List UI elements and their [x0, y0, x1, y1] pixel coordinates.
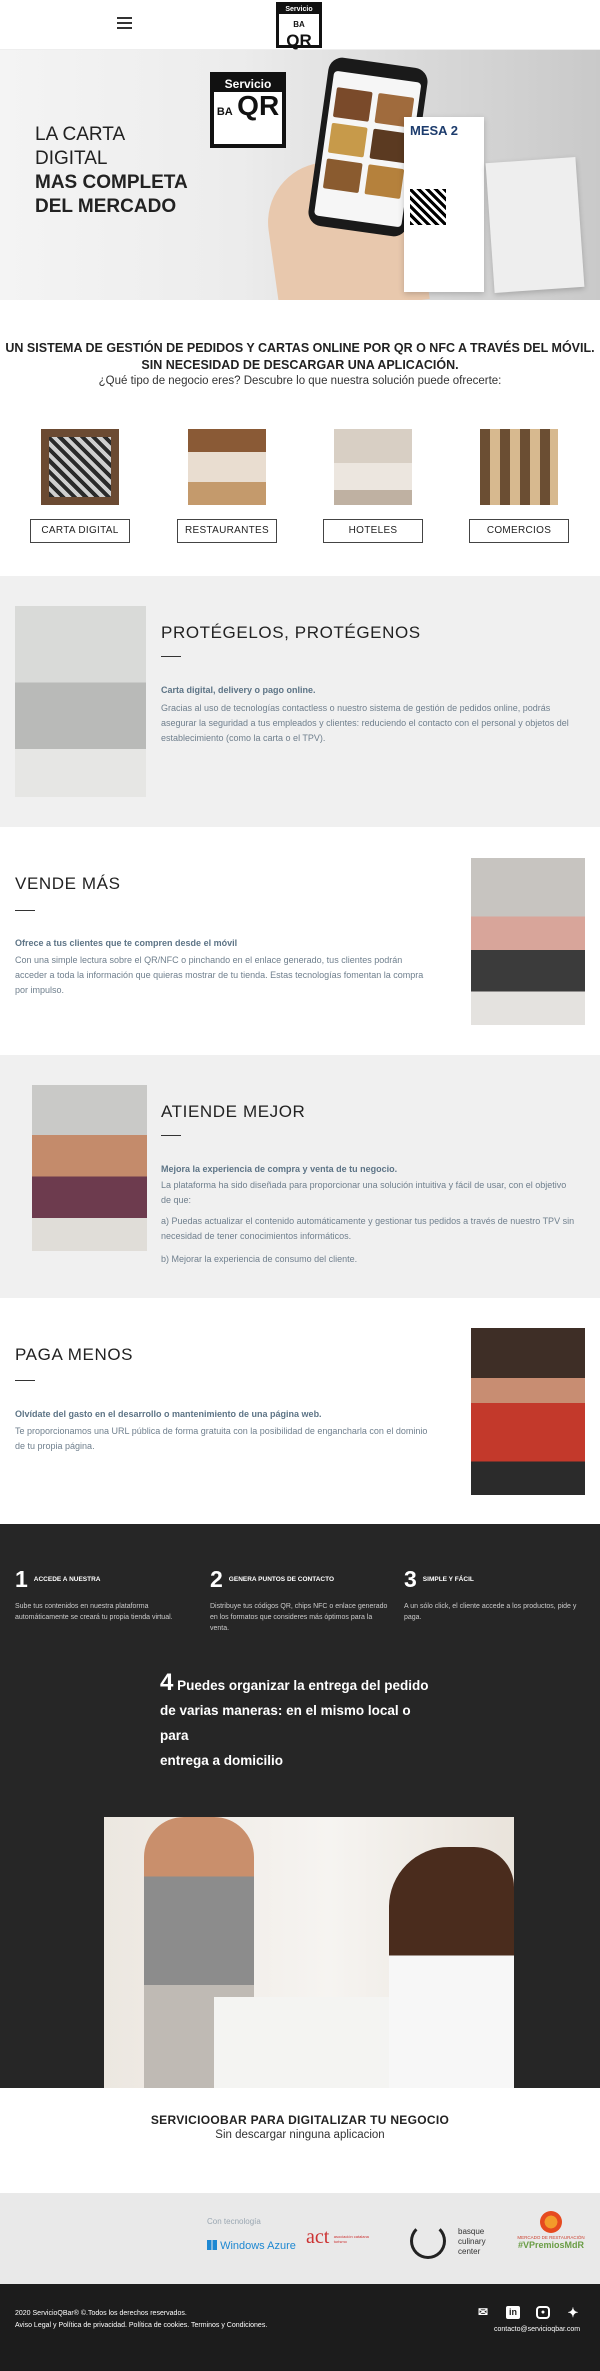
section-paga: PAGA MENOS Olvídate del gasto en el desa…	[0, 1298, 600, 1524]
act-logo[interactable]: act asociación catalana turismo	[306, 2226, 380, 2249]
carta-digital-button[interactable]: CARTA DIGITAL	[30, 519, 130, 543]
section-protegelos: PROTÉGELOS, PROTÉGENOS Carta digital, de…	[0, 576, 600, 827]
step-4: 4 Puedes organizar la entrega del pedido…	[160, 1669, 429, 1768]
intro-title: UN SISTEMA DE GESTIÓN DE PEDIDOS Y CARTA…	[5, 341, 595, 355]
contact-email-link[interactable]: contacto@servicioqbar.com	[494, 2326, 580, 2333]
copyright-text: 2020 ServicioQBar® ©.Todos los derechos …	[15, 2310, 187, 2317]
business-type-carta: CARTA DIGITAL	[30, 429, 130, 543]
woman-phone-photo	[471, 858, 585, 1025]
hamburger-menu-icon[interactable]	[117, 17, 132, 29]
section-title: VENDE MÁS	[15, 874, 121, 893]
qr-plate-image	[41, 429, 119, 505]
intro-block: UN SISTEMA DE GESTIÓN DE PEDIDOS Y CARTA…	[0, 340, 600, 387]
hotel-image	[334, 429, 412, 505]
site-logo[interactable]: Servicio BA QR	[276, 2, 322, 49]
email-icon[interactable]: ✉	[476, 2306, 490, 2319]
comercios-button[interactable]: COMERCIOS	[469, 519, 569, 543]
site-header: Servicio BA QR	[0, 0, 600, 50]
hero-banner: LA CARTA DIGITAL MAS COMPLETA DEL MERCAD…	[0, 50, 600, 300]
section-title: PROTÉGELOS, PROTÉGENOS	[161, 623, 421, 642]
woman-laptop-photo	[32, 1085, 147, 1251]
partners-strip: Con tecnología Windows Azure act asociac…	[0, 2193, 600, 2284]
restaurant-image	[188, 429, 266, 505]
intro-question: ¿Qué tipo de negocio eres? Descubre lo q…	[98, 375, 502, 387]
cta-subtitle: Sin descargar ninguna aplicacion	[215, 2129, 385, 2141]
how-it-works-section: 1 ACCEDE A NUESTRA Sube tus contenidos en…	[0, 1524, 600, 2088]
linkedin-icon[interactable]: in	[506, 2306, 520, 2319]
twitter-icon[interactable]: ✦	[566, 2306, 580, 2319]
legal-links[interactable]: Aviso Legal y Política de privacidad. Po…	[15, 2322, 267, 2329]
business-type-hoteles: HOTELES	[323, 429, 423, 543]
step-1: 1 ACCEDE A NUESTRA Sube tus contenidos en…	[15, 1566, 173, 1621]
bcc-swirl-icon	[410, 2223, 446, 2259]
business-type-restaurantes: RESTAURANTES	[177, 429, 277, 543]
site-footer: 2020 ServicioQBar® ©.Todos los derechos …	[0, 2284, 600, 2371]
woman-card-payment-photo	[471, 1328, 585, 1495]
basque-culinary-center-logo[interactable]: basque culinary center	[410, 2223, 498, 2263]
table-card-mockup: MESA 2	[404, 117, 484, 292]
windows-azure-logo[interactable]: Windows Azure	[207, 2240, 296, 2252]
step-3: 3 SIMPLE Y FÁCIL A un sólo click, el clie…	[404, 1566, 577, 1621]
qr-code-icon	[410, 189, 446, 225]
hero-headline: LA CARTA DIGITAL MAS COMPLETA DEL MERCAD…	[35, 124, 188, 217]
section-title: PAGA MENOS	[15, 1345, 134, 1364]
section-atiende: ATIENDE MEJOR Mejora la experiencia de c…	[0, 1055, 600, 1298]
instagram-icon[interactable]: ●	[536, 2306, 550, 2319]
hoteles-button[interactable]: HOTELES	[323, 519, 423, 543]
business-type-comercios: COMERCIOS	[469, 429, 569, 543]
shop-payment-photo	[104, 1817, 514, 2088]
cta-block: SERVICIOOBAR PARA DIGITALIZAR TU NEGOCIO…	[0, 2113, 600, 2141]
section-vende: VENDE MÁS Ofrece a tus clientes que te c…	[0, 827, 600, 1055]
shop-image	[480, 429, 558, 505]
hero-logo: Servicio BA QR	[210, 72, 286, 148]
windows-icon	[207, 2240, 217, 2250]
step-2: 2 GENERA PUNTOS DE CONTACTO Distribuye tu…	[210, 1566, 388, 1632]
section-title: ATIENDE MEJOR	[161, 1102, 306, 1121]
menu-card-mockup	[485, 157, 585, 293]
premios-mdr-logo[interactable]: MERCADO DE RESTAURACIÓN #VPremiosMdR	[514, 2211, 588, 2250]
restaurantes-button[interactable]: RESTAURANTES	[177, 519, 277, 543]
premios-badge-icon	[540, 2211, 562, 2233]
man-mask-photo	[15, 606, 146, 797]
cta-title: SERVICIOOBAR PARA DIGITALIZAR TU NEGOCIO	[150, 2113, 450, 2127]
